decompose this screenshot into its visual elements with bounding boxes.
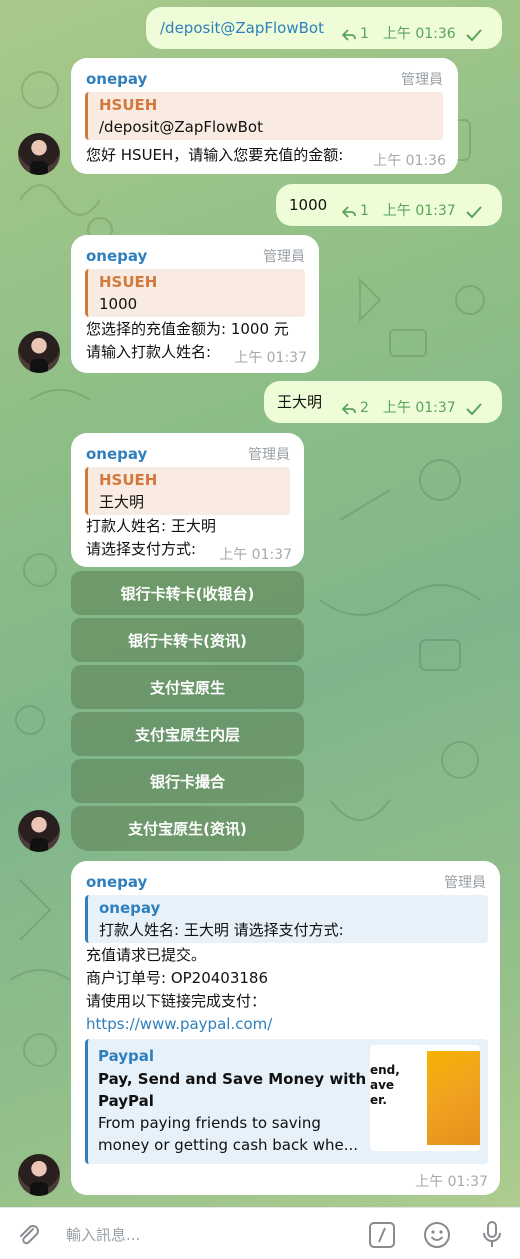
message-meta: 2 上午 01:37 — [342, 397, 482, 420]
reply-count[interactable]: 1 — [360, 200, 369, 223]
reply-icon — [342, 205, 356, 218]
message-time: 上午 01:37 — [219, 547, 292, 563]
inline-button-alipay-native-info[interactable]: 支付宝原生(资讯) — [71, 806, 304, 851]
message-text: 您好 HSUEH，请输入您要充值的金额: — [86, 146, 344, 164]
message-line: 打款人姓名: 王大明 — [86, 517, 216, 535]
message-text: 1000 — [289, 196, 328, 214]
preview-title: Pay, Send and Save Money with — [98, 1070, 367, 1088]
message-input-placeholder[interactable]: 輸入訊息... — [66, 1224, 140, 1245]
reply-icon — [342, 28, 356, 41]
message-time: 上午 01:37 — [415, 1174, 488, 1190]
reply-count[interactable]: 1 — [360, 23, 369, 46]
sender-name[interactable]: onepay — [86, 443, 147, 466]
reply-quote[interactable]: HSUEH /deposit@ZapFlowBot — [85, 92, 443, 140]
microphone-icon[interactable] — [480, 1220, 504, 1250]
bot-commands-icon[interactable] — [368, 1221, 396, 1249]
preview-thumbnail-photo — [427, 1051, 480, 1145]
message-text: 王大明 — [277, 393, 323, 411]
outgoing-message[interactable]: /deposit@ZapFlowBot 1 上午 01:36 — [146, 7, 502, 49]
quote-text: 1000 — [99, 295, 138, 313]
read-check-icon — [466, 205, 482, 218]
message-line: 请选择支付方式: — [86, 540, 197, 558]
read-check-icon — [466, 28, 482, 41]
reply-quote[interactable]: onepay 打款人姓名: 王大明 请选择支付方式: — [85, 895, 488, 943]
avatar[interactable] — [18, 810, 60, 852]
reply-quote[interactable]: HSUEH 王大明 — [85, 467, 290, 515]
chat-area[interactable]: /deposit@ZapFlowBot 1 上午 01:36 onepay 管理… — [0, 0, 520, 1207]
reply-quote[interactable]: HSUEH 1000 — [85, 269, 305, 317]
reply-count[interactable]: 2 — [360, 397, 369, 420]
message-line: 您选择的充值金额为: 1000 元 — [86, 320, 289, 338]
message-text: /deposit@ZapFlowBot — [160, 19, 324, 37]
avatar[interactable] — [18, 133, 60, 175]
payment-link[interactable]: https://www.paypal.com/ — [86, 1013, 272, 1036]
preview-site: Paypal — [98, 1047, 155, 1065]
message-input-bar: 輸入訊息... — [0, 1207, 520, 1259]
link-preview[interactable]: Paypal Pay, Send and Save Money with Pay… — [85, 1039, 488, 1164]
quote-author: HSUEH — [99, 273, 158, 291]
preview-thumbnail-text: end, ave er. — [370, 1063, 400, 1107]
preview-title: PayPal — [98, 1092, 154, 1110]
sender-name[interactable]: onepay — [86, 871, 147, 894]
inline-button-alipay-native[interactable]: 支付宝原生 — [71, 665, 304, 709]
message-time: 上午 01:36 — [382, 26, 456, 42]
preview-description: From paying friends to saving — [98, 1114, 321, 1132]
inline-button-bank-card-info[interactable]: 银行卡转卡(资讯) — [71, 618, 304, 662]
reply-icon — [342, 402, 356, 415]
message-meta: 1 上午 01:36 — [342, 23, 482, 46]
outgoing-message[interactable]: 王大明 2 上午 01:37 — [264, 381, 502, 423]
sender-name[interactable]: onepay — [86, 68, 147, 91]
message-time: 上午 01:37 — [382, 203, 456, 219]
incoming-message[interactable]: onepay 管理員 HSUEH 王大明 打款人姓名: 王大明 请选择支付方式:… — [71, 433, 304, 567]
message-line: 请输入打款人姓名: — [86, 343, 212, 361]
admin-badge: 管理員 — [444, 875, 486, 891]
inline-button-bank-card-cashier[interactable]: 银行卡转卡(收银台) — [71, 571, 304, 615]
message-time: 上午 01:37 — [234, 350, 307, 366]
incoming-message[interactable]: onepay 管理員 HSUEH /deposit@ZapFlowBot 您好 … — [71, 58, 458, 174]
inline-button-bank-card-match[interactable]: 银行卡撮合 — [71, 759, 304, 803]
quote-author: HSUEH — [99, 471, 158, 489]
admin-badge: 管理員 — [401, 72, 443, 88]
quote-text: 打款人姓名: 王大明 请选择支付方式: — [99, 921, 344, 939]
emoji-icon[interactable] — [423, 1221, 451, 1249]
attach-icon[interactable] — [16, 1222, 42, 1248]
message-meta: 1 上午 01:37 — [342, 200, 482, 223]
read-check-icon — [466, 402, 482, 415]
quote-text: /deposit@ZapFlowBot — [99, 118, 263, 136]
avatar[interactable] — [18, 1154, 60, 1196]
admin-badge: 管理員 — [263, 249, 305, 265]
message-line: 充值请求已提交。 — [86, 946, 207, 964]
quote-author: HSUEH — [99, 96, 158, 114]
preview-thumbnail[interactable]: end, ave er. — [370, 1045, 480, 1151]
incoming-message[interactable]: onepay 管理員 HSUEH 1000 您选择的充值金额为: 1000 元 … — [71, 235, 319, 373]
message-time: 上午 01:37 — [382, 400, 456, 416]
message-line: 请使用以下链接完成支付： — [86, 992, 267, 1010]
admin-badge: 管理員 — [248, 447, 290, 463]
message-time: 上午 01:36 — [373, 153, 446, 169]
quote-author: onepay — [99, 899, 161, 917]
sender-name[interactable]: onepay — [86, 245, 147, 268]
preview-description: money or getting cash back whe... — [98, 1136, 359, 1154]
outgoing-message[interactable]: 1000 1 上午 01:37 — [276, 184, 502, 226]
message-line: 商户订单号: OP20403186 — [86, 969, 269, 987]
incoming-message[interactable]: onepay 管理員 onepay 打款人姓名: 王大明 请选择支付方式: 充值… — [71, 861, 500, 1195]
avatar[interactable] — [18, 331, 60, 373]
inline-button-alipay-native-inner[interactable]: 支付宝原生内层 — [71, 712, 304, 756]
quote-text: 王大明 — [99, 493, 145, 511]
